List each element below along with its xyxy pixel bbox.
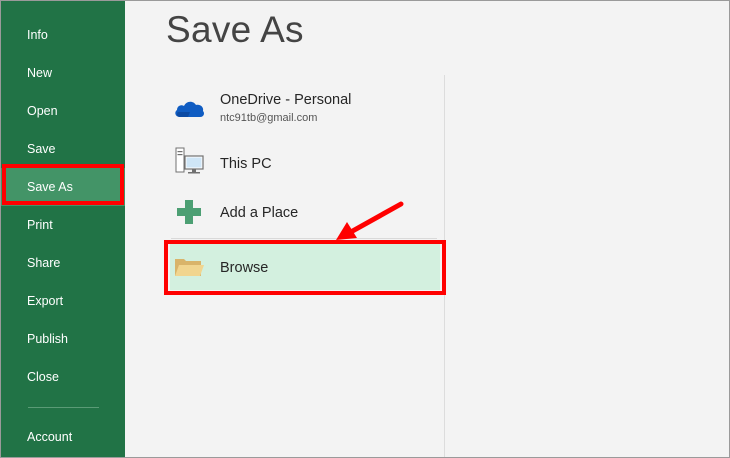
backstage-sidebar: Info New Open Save Save As Print Share E… [1, 1, 125, 457]
sidebar-item-save-as[interactable]: Save As [1, 168, 125, 206]
sidebar-item-new[interactable]: New [1, 54, 125, 92]
red-arrow-annotation [336, 201, 404, 240]
sidebar-item-open[interactable]: Open [1, 92, 125, 130]
location-label: This PC [220, 156, 272, 172]
sidebar-item-share[interactable]: Share [1, 244, 125, 282]
sidebar-item-info[interactable]: Info [1, 16, 125, 54]
sidebar-item-account[interactable]: Account [1, 418, 125, 456]
save-locations-list: OneDrive - Personal ntc91tb@gmail.com Th… [166, 75, 444, 457]
onedrive-cloud-icon [175, 101, 204, 117]
location-label: Browse [220, 260, 269, 276]
sidebar-item-save[interactable]: Save [1, 130, 125, 168]
sidebar-item-publish[interactable]: Publish [1, 320, 125, 358]
computer-icon [175, 147, 204, 174]
page-title: Save As [166, 9, 304, 50]
location-browse[interactable]: Browse [170, 244, 440, 290]
folder-icon [175, 259, 204, 276]
location-label: OneDrive - Personal [220, 92, 352, 108]
plus-icon [177, 200, 201, 224]
location-onedrive[interactable]: OneDrive - Personal ntc91tb@gmail.com [166, 83, 442, 131]
save-as-window: Info New Open Save Save As Print Share E… [0, 0, 730, 458]
location-this-pc[interactable]: This PC [166, 139, 442, 187]
sidebar-item-export[interactable]: Export [1, 282, 125, 320]
location-label: Add a Place [220, 205, 299, 221]
location-account-email: ntc91tb@gmail.com [220, 112, 318, 124]
column-divider [444, 75, 445, 457]
sidebar-item-print[interactable]: Print [1, 206, 125, 244]
sidebar-divider [28, 407, 99, 408]
sidebar-item-close[interactable]: Close [1, 358, 125, 396]
